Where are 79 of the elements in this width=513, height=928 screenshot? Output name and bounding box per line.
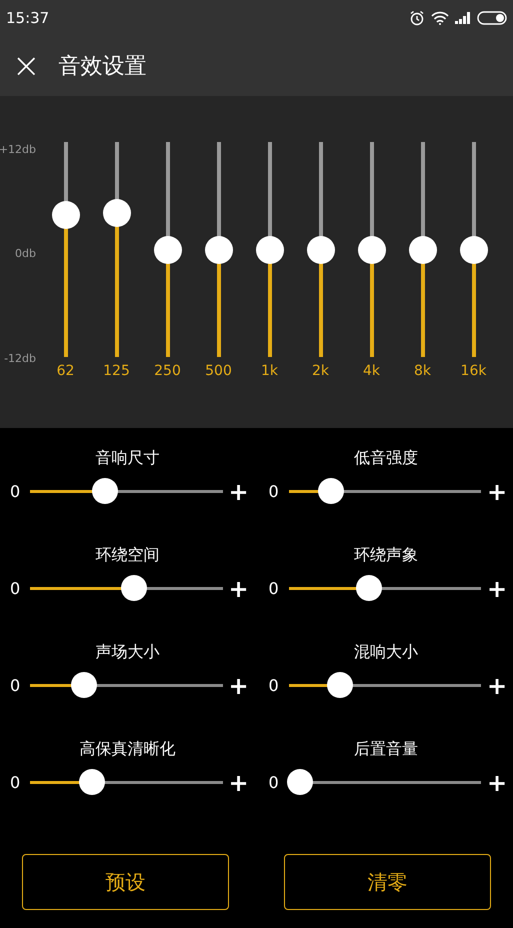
db-scale-label: +12db xyxy=(0,142,36,158)
band-label: 4k xyxy=(362,362,380,381)
min-label: 0 xyxy=(10,481,22,503)
slider-thumb[interactable] xyxy=(92,478,118,504)
slider-thumb[interactable] xyxy=(327,672,354,698)
eq-slider[interactable] xyxy=(102,142,130,357)
db-scale-label: -12db xyxy=(4,350,36,366)
wifi-icon xyxy=(431,11,449,25)
effect-label: 后置音量 xyxy=(354,738,418,760)
band-label: 62 xyxy=(56,362,74,381)
plus-label: + xyxy=(487,771,503,795)
effect-label: 声场大小 xyxy=(95,641,160,663)
signal-icon xyxy=(455,12,471,24)
slider-thumb[interactable] xyxy=(256,236,284,264)
effect-label: 混响大小 xyxy=(354,641,418,663)
battery-icon xyxy=(477,11,507,25)
action-button[interactable]: 清零 xyxy=(284,854,491,910)
plus-label: + xyxy=(487,577,503,601)
plus-label: + xyxy=(487,480,503,504)
plus-label: + xyxy=(228,771,244,795)
slider-thumb[interactable] xyxy=(154,236,182,264)
status-time: 15:37 xyxy=(6,8,50,29)
band-label: 125 xyxy=(103,362,130,381)
effect-slider[interactable] xyxy=(288,478,481,506)
band-label: 2k xyxy=(312,362,329,381)
min-label: 0 xyxy=(268,481,280,503)
slider-thumb[interactable] xyxy=(70,672,97,698)
slider-thumb[interactable] xyxy=(356,575,382,601)
band-label: 500 xyxy=(205,362,232,381)
eq-slider[interactable] xyxy=(358,142,386,357)
slider-thumb[interactable] xyxy=(408,236,436,264)
min-label: 0 xyxy=(268,675,280,697)
band-label: 8k xyxy=(414,362,431,381)
min-label: 0 xyxy=(268,772,280,794)
slider-thumb[interactable] xyxy=(78,769,105,795)
slider-thumb[interactable] xyxy=(358,236,386,264)
effect-slider[interactable] xyxy=(30,769,222,797)
effect-slider[interactable] xyxy=(288,769,481,797)
effect-label: 高保真清晰化 xyxy=(79,738,176,760)
slider-thumb[interactable] xyxy=(287,769,314,795)
effect-label: 环绕空间 xyxy=(95,544,160,566)
slider-thumb[interactable] xyxy=(102,198,130,227)
page-title: 音效设置 xyxy=(58,52,146,80)
min-label: 0 xyxy=(268,578,280,600)
effect-slider[interactable] xyxy=(30,672,222,700)
min-label: 0 xyxy=(10,578,22,600)
effect-slider[interactable] xyxy=(288,672,481,700)
alarm-icon xyxy=(409,10,425,26)
slider-thumb[interactable] xyxy=(120,575,147,601)
effect-label: 低音强度 xyxy=(354,447,418,469)
effect-label: 环绕声象 xyxy=(354,544,418,566)
effect-slider[interactable] xyxy=(30,575,222,603)
eq-slider[interactable] xyxy=(408,142,436,357)
band-label: 16k xyxy=(460,362,486,381)
action-button[interactable]: 预设 xyxy=(22,854,229,910)
eq-slider[interactable] xyxy=(460,142,488,357)
plus-label: + xyxy=(228,577,244,601)
eq-slider[interactable] xyxy=(154,142,182,357)
eq-slider[interactable] xyxy=(52,142,80,357)
slider-thumb[interactable] xyxy=(460,236,488,264)
db-scale-label: 0db xyxy=(15,246,36,262)
slider-thumb[interactable] xyxy=(204,236,232,264)
eq-slider[interactable] xyxy=(306,142,334,357)
plus-label: + xyxy=(487,674,503,698)
plus-label: + xyxy=(228,674,244,698)
effect-label: 音响尺寸 xyxy=(95,447,160,469)
slider-thumb[interactable] xyxy=(52,201,80,230)
effect-slider[interactable] xyxy=(288,575,481,603)
slider-thumb[interactable] xyxy=(306,236,334,264)
plus-label: + xyxy=(228,480,244,504)
slider-thumb[interactable] xyxy=(318,478,344,504)
band-label: 1k xyxy=(260,362,278,381)
eq-slider[interactable] xyxy=(204,142,232,357)
min-label: 0 xyxy=(10,772,22,794)
band-label: 250 xyxy=(154,362,181,381)
close-button[interactable]: × xyxy=(12,49,40,83)
effect-slider[interactable] xyxy=(30,478,222,506)
min-label: 0 xyxy=(10,675,22,697)
eq-slider[interactable] xyxy=(256,142,284,357)
